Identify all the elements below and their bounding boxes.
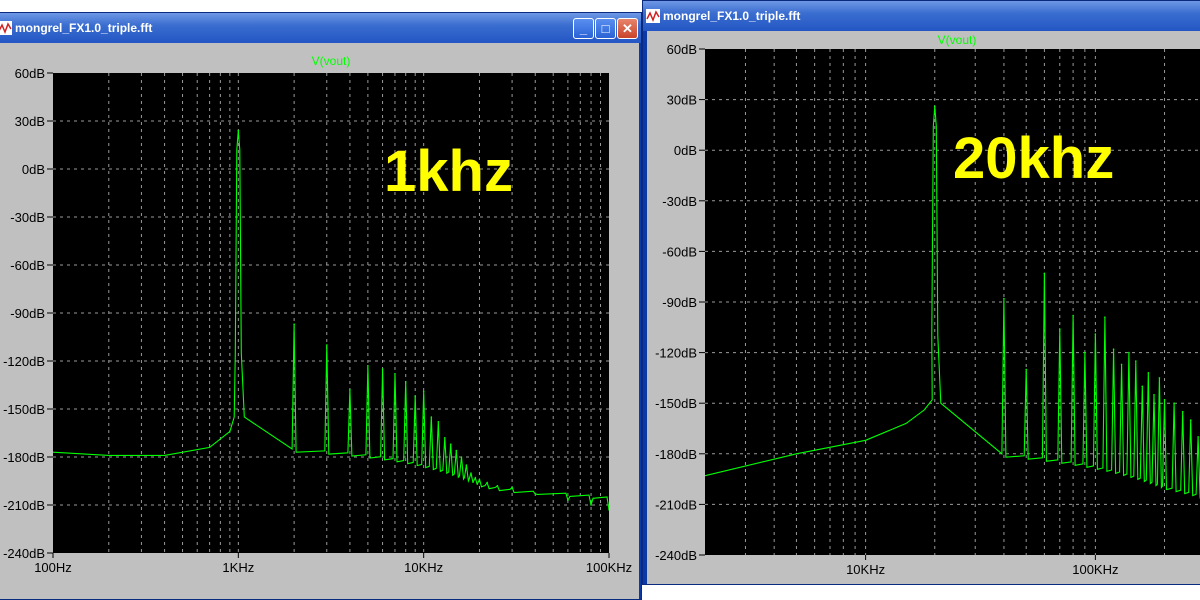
x-tick-label: 100Hz: [34, 560, 72, 575]
harmonic-peak: [1084, 351, 1086, 354]
x-tick-label: 100KHz: [586, 560, 632, 575]
harmonic-peak: [511, 486, 513, 489]
y-tick-label: 30dB: [667, 93, 697, 108]
plot-window-1: mongrel_FX1.0_triple.fft _ □ ✕ 60dB 30dB 0…: [0, 12, 642, 600]
harmonic-peak: [455, 449, 458, 452]
y-tick-label: -60dB: [662, 244, 697, 259]
maximize-icon: □: [601, 21, 610, 36]
y-tick-label: -240dB: [3, 546, 45, 561]
harmonic-peak: [460, 456, 463, 458]
fundamental-peak: [237, 129, 240, 132]
harmonic-peak: [1197, 436, 1199, 438]
harmonic-peak: [1135, 360, 1137, 362]
y-tick-label: -180dB: [655, 447, 697, 462]
window-title: mongrel_FX1.0_triple.fft: [663, 9, 801, 23]
y-tick-label: -120dB: [3, 354, 45, 369]
harmonic-peak: [443, 437, 446, 439]
close-icon: ✕: [622, 21, 633, 36]
harmonic-peak: [474, 477, 477, 479]
harmonic-peak: [367, 365, 369, 367]
harmonic-peak: [1112, 348, 1115, 351]
harmonic-peak: [1025, 368, 1028, 371]
harmonic-peak: [394, 373, 396, 375]
harmonic-peak: [590, 504, 592, 506]
plot-area: [53, 73, 609, 553]
y-tick-label: -30dB: [10, 210, 45, 225]
harmonic-peak: [1147, 372, 1150, 374]
y-tick-label: -30dB: [662, 194, 697, 209]
harmonic-peak: [470, 472, 472, 474]
y-tick-label: -90dB: [662, 295, 697, 310]
window-titlebar[interactable]: mongrel_FX1.0_triple.fft _ □ ✕: [0, 13, 641, 43]
harmonic-peak: [1181, 410, 1184, 413]
plot-window-2: mongrel_FX1.0_triple.fft 60dB 30dB 0dB -30d…: [642, 0, 1200, 585]
harmonic-peak: [1153, 393, 1155, 396]
harmonic-peak: [349, 389, 351, 391]
fft-plot-1khz[interactable]: 60dB 30dB 0dB -30dB -60dB -90dB -120dB -150dB -1…: [0, 43, 639, 599]
harmonic-peak: [496, 485, 499, 487]
y-tick-label: -240dB: [655, 548, 697, 563]
harmonic-peak: [1189, 419, 1192, 421]
window-title: mongrel_FX1.0_triple.fft: [15, 21, 153, 35]
y-tick-label: -210dB: [655, 497, 697, 512]
frequency-annotation: 1khz: [384, 139, 513, 204]
minimize-icon: _: [579, 21, 588, 36]
waveform-icon: [0, 21, 12, 35]
y-tick-label: 60dB: [15, 66, 45, 81]
harmonic-peak: [449, 443, 452, 446]
harmonic-peak: [478, 478, 481, 481]
harmonic-peak: [1094, 333, 1097, 335]
harmonic-peak: [325, 344, 328, 346]
harmonic-peak: [1104, 316, 1106, 318]
y-tick-label: -150dB: [3, 402, 45, 417]
close-button[interactable]: ✕: [617, 18, 638, 39]
harmonic-peak: [1141, 385, 1144, 388]
x-tick-label: 1KHz: [222, 560, 254, 575]
maximize-button[interactable]: □: [595, 18, 616, 39]
harmonic-peak: [430, 416, 433, 418]
harmonic-peak: [404, 381, 407, 383]
harmonic-peak: [1120, 363, 1123, 366]
harmonic-peak: [534, 493, 537, 495]
harmonic-peak: [1158, 377, 1161, 379]
y-tick-label: -120dB: [655, 346, 697, 361]
x-tick-label: 10KHz: [404, 560, 443, 575]
harmonic-peak: [381, 368, 384, 370]
y-tick-label: -60dB: [10, 258, 45, 273]
y-tick-label: 0dB: [674, 143, 697, 158]
x-tick-label: 100KHz: [1072, 562, 1118, 577]
harmonic-peak: [1072, 314, 1074, 317]
harmonic-peak: [1163, 399, 1166, 401]
y-tick-label: 30dB: [15, 114, 45, 129]
harmonic-peak: [437, 421, 440, 423]
minimize-button[interactable]: _: [573, 18, 594, 39]
fft-plot-20khz[interactable]: 60dB 30dB 0dB -30dB -60dB -90dB -120dB -150dB -1…: [647, 31, 1200, 584]
y-tick-label: 0dB: [22, 162, 45, 177]
trace-title[interactable]: V(vout): [938, 33, 977, 47]
harmonic-peak: [1003, 297, 1005, 300]
harmonic-peak: [1058, 328, 1061, 330]
harmonic-peak: [1043, 272, 1046, 275]
waveform-icon: [646, 9, 660, 23]
harmonic-peak: [422, 390, 425, 393]
y-tick-label: -150dB: [655, 396, 697, 411]
y-tick-label: -210dB: [3, 498, 45, 513]
x-tick-label: 10KHz: [846, 562, 885, 577]
harmonic-peak: [293, 323, 295, 326]
harmonic-peak: [465, 464, 468, 466]
y-tick-label: -90dB: [10, 306, 45, 321]
y-tick-label: -180dB: [3, 450, 45, 465]
harmonic-peak: [486, 481, 488, 484]
trace-title[interactable]: V(vout): [312, 54, 351, 68]
y-tick-label: 60dB: [667, 42, 697, 57]
harmonic-peak: [1128, 351, 1130, 354]
harmonic-peak: [567, 499, 569, 502]
fundamental-peak: [933, 105, 936, 108]
window-titlebar[interactable]: mongrel_FX1.0_triple.fft: [643, 1, 1200, 31]
harmonic-peak: [1173, 402, 1175, 405]
harmonic-peak: [414, 395, 416, 398]
frequency-annotation: 20khz: [953, 126, 1114, 191]
